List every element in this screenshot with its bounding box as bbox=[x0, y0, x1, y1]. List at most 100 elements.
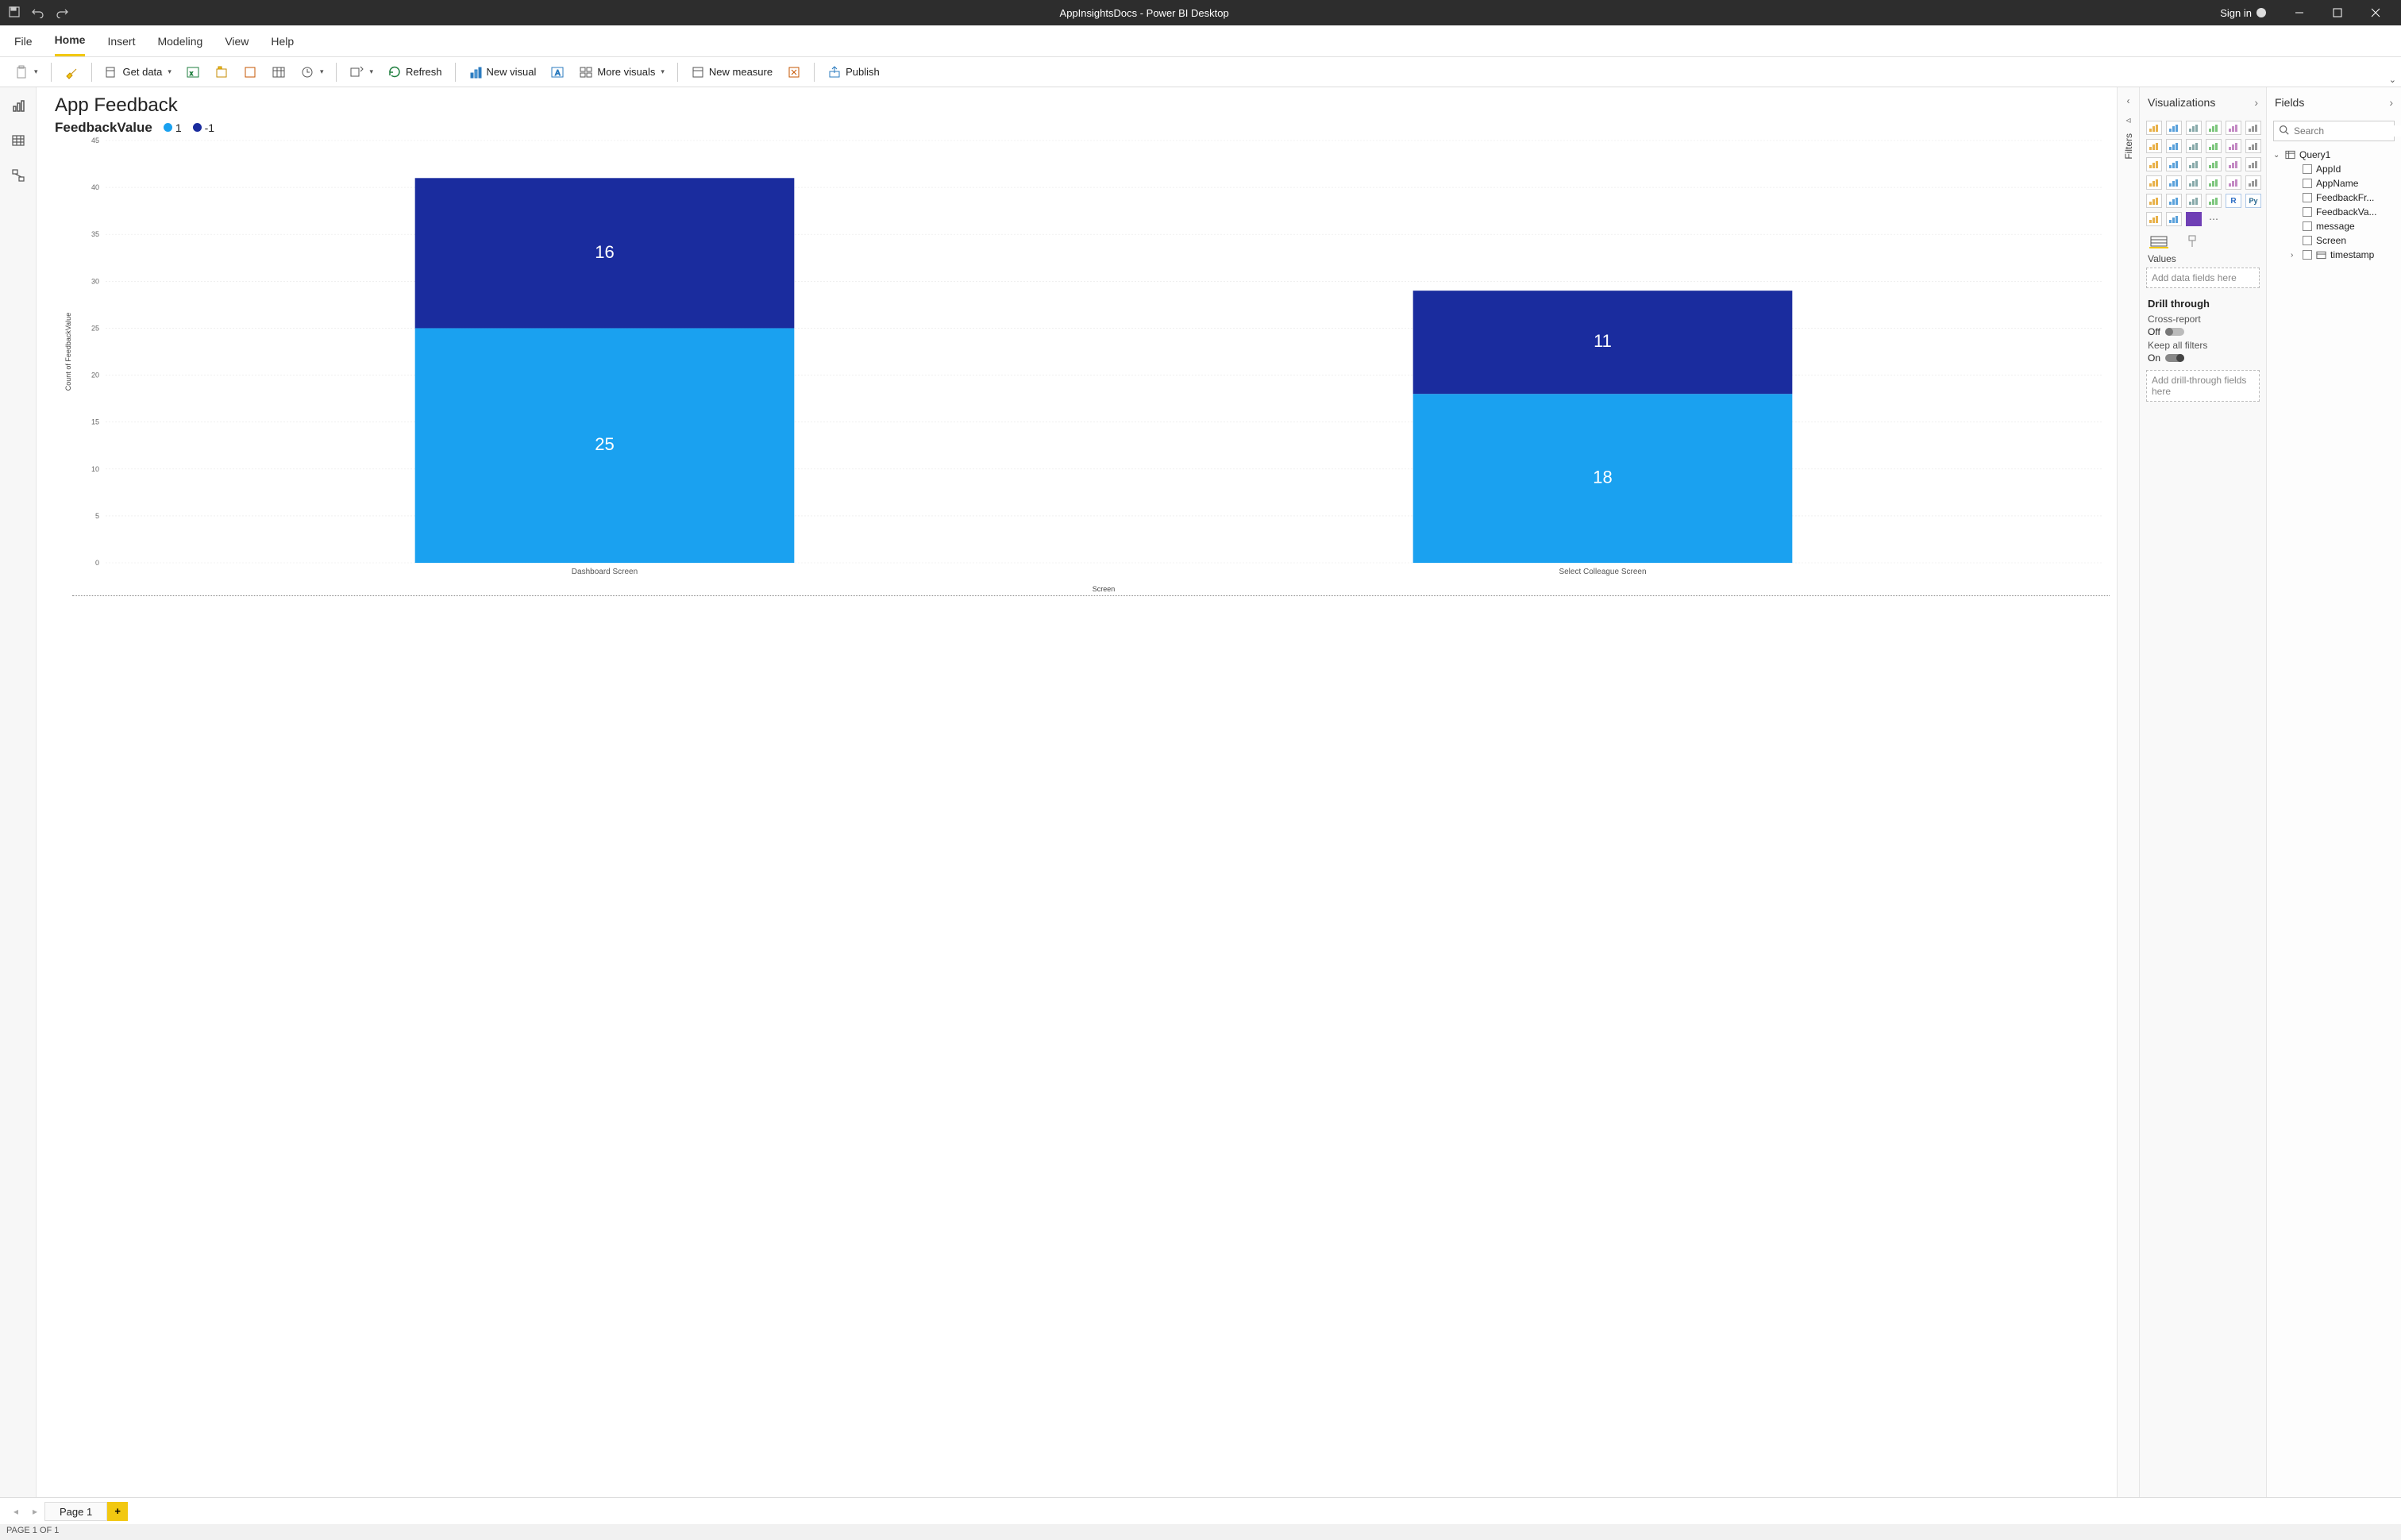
expand-icon[interactable]: ⌄ bbox=[2273, 151, 2281, 160]
viz-type-icon[interactable] bbox=[2206, 121, 2222, 135]
quick-measure-button[interactable] bbox=[780, 62, 807, 83]
refresh-button[interactable]: Refresh bbox=[381, 62, 449, 83]
new-measure-button[interactable]: New measure bbox=[684, 62, 779, 83]
viz-type-icon[interactable] bbox=[2186, 139, 2202, 153]
bookmark-icon[interactable]: ◃ bbox=[2125, 114, 2130, 125]
tab-view[interactable]: View bbox=[225, 27, 249, 56]
chevron-right-icon[interactable]: › bbox=[2389, 96, 2393, 109]
paste-button[interactable]: ▾ bbox=[8, 62, 44, 83]
viz-type-icon[interactable] bbox=[2245, 157, 2261, 171]
more-visuals-button[interactable]: More visuals▾ bbox=[572, 62, 671, 83]
chevron-right-icon[interactable]: › bbox=[2254, 96, 2258, 109]
maximize-button[interactable] bbox=[2322, 0, 2353, 25]
viz-type-icon[interactable] bbox=[2206, 139, 2222, 153]
viz-type-icon[interactable] bbox=[2146, 139, 2162, 153]
viz-type-icon[interactable] bbox=[2146, 194, 2162, 208]
viz-type-icon[interactable] bbox=[2166, 175, 2182, 190]
pbi-source-button[interactable] bbox=[208, 62, 235, 83]
viz-type-icon[interactable] bbox=[2166, 212, 2182, 226]
field-column[interactable]: AppId bbox=[2287, 162, 2398, 176]
viz-type-icon[interactable] bbox=[2226, 157, 2241, 171]
field-checkbox[interactable] bbox=[2303, 193, 2312, 202]
viz-type-icon[interactable] bbox=[2186, 157, 2202, 171]
report-canvas[interactable]: App Feedback FeedbackValue 1 -1 05101520… bbox=[37, 87, 2117, 1497]
format-tab[interactable] bbox=[2183, 234, 2202, 248]
report-view-button[interactable] bbox=[6, 94, 30, 117]
keep-filters-toggle[interactable] bbox=[2165, 354, 2184, 362]
page-prev-button[interactable]: ◂ bbox=[6, 1506, 25, 1517]
data-view-button[interactable] bbox=[6, 129, 30, 152]
field-checkbox[interactable] bbox=[2303, 164, 2312, 174]
viz-type-icon[interactable] bbox=[2166, 157, 2182, 171]
viz-type-icon[interactable] bbox=[2245, 175, 2261, 190]
tab-help[interactable]: Help bbox=[271, 27, 294, 56]
field-column[interactable]: AppName bbox=[2287, 176, 2398, 191]
viz-type-icon[interactable] bbox=[2186, 121, 2202, 135]
cross-report-toggle[interactable] bbox=[2165, 328, 2184, 336]
add-page-button[interactable]: + bbox=[107, 1502, 128, 1521]
viz-type-icon[interactable] bbox=[2226, 121, 2241, 135]
field-column[interactable]: Screen bbox=[2287, 233, 2398, 248]
sign-in-button[interactable]: Sign in bbox=[2220, 7, 2266, 19]
viz-type-icon[interactable]: R bbox=[2226, 194, 2241, 208]
new-visual-button[interactable]: New visual bbox=[462, 62, 543, 83]
get-data-button[interactable]: Get data▾ bbox=[98, 62, 178, 83]
field-column[interactable]: message bbox=[2287, 219, 2398, 233]
tab-insert[interactable]: Insert bbox=[107, 27, 135, 56]
viz-type-icon[interactable] bbox=[2146, 212, 2162, 226]
field-checkbox[interactable] bbox=[2303, 236, 2312, 245]
viz-type-icon[interactable] bbox=[2186, 194, 2202, 208]
page-next-button[interactable]: ▸ bbox=[25, 1506, 44, 1517]
stacked-bar-chart[interactable]: 051015202530354045Count of FeedbackValue… bbox=[48, 136, 2110, 596]
viz-type-icon[interactable] bbox=[2186, 212, 2202, 226]
viz-type-icon[interactable] bbox=[2226, 139, 2241, 153]
minimize-button[interactable] bbox=[2283, 0, 2315, 25]
close-button[interactable] bbox=[2360, 0, 2391, 25]
drill-through-well[interactable]: Add drill-through fields here bbox=[2146, 370, 2260, 402]
field-timestamp-group[interactable]: › timestamp bbox=[2287, 248, 2398, 262]
text-box-button[interactable]: A bbox=[544, 62, 571, 83]
field-checkbox[interactable] bbox=[2303, 221, 2312, 231]
field-column[interactable]: FeedbackVa... bbox=[2287, 205, 2398, 219]
redo-icon[interactable] bbox=[56, 6, 68, 21]
viz-type-icon[interactable] bbox=[2166, 121, 2182, 135]
field-checkbox[interactable] bbox=[2303, 250, 2312, 260]
model-view-button[interactable] bbox=[6, 164, 30, 187]
viz-type-icon[interactable] bbox=[2146, 121, 2162, 135]
viz-type-icon[interactable] bbox=[2166, 194, 2182, 208]
viz-type-icon[interactable] bbox=[2206, 157, 2222, 171]
viz-type-icon[interactable]: ⋯ bbox=[2206, 212, 2222, 226]
viz-type-icon[interactable] bbox=[2206, 175, 2222, 190]
values-well[interactable]: Add data fields here bbox=[2146, 268, 2260, 288]
viz-type-icon[interactable] bbox=[2146, 157, 2162, 171]
transform-data-button[interactable]: ▾ bbox=[343, 62, 380, 83]
sql-source-button[interactable] bbox=[237, 62, 264, 83]
viz-type-icon[interactable]: Py bbox=[2245, 194, 2261, 208]
viz-type-icon[interactable] bbox=[2226, 175, 2241, 190]
fields-tab[interactable] bbox=[2149, 234, 2168, 248]
search-input[interactable] bbox=[2294, 125, 2401, 137]
chevron-left-icon[interactable]: ‹ bbox=[2127, 95, 2130, 106]
table-query1[interactable]: ⌄ Query1 bbox=[2270, 148, 2398, 162]
fields-search[interactable] bbox=[2273, 121, 2395, 141]
viz-type-icon[interactable] bbox=[2186, 175, 2202, 190]
tab-file[interactable]: File bbox=[14, 27, 33, 56]
viz-type-icon[interactable] bbox=[2146, 175, 2162, 190]
recent-sources-button[interactable]: ▾ bbox=[294, 62, 330, 83]
ribbon-expand-chevron-icon[interactable]: ⌄ bbox=[2389, 75, 2396, 85]
page-tab-1[interactable]: Page 1 bbox=[44, 1502, 107, 1521]
field-column[interactable]: FeedbackFr... bbox=[2287, 191, 2398, 205]
publish-button[interactable]: Publish bbox=[821, 62, 886, 83]
field-checkbox[interactable] bbox=[2303, 179, 2312, 188]
field-checkbox[interactable] bbox=[2303, 207, 2312, 217]
filters-pane-collapsed[interactable]: ‹ ◃ Filters bbox=[2117, 87, 2139, 1497]
tab-home[interactable]: Home bbox=[55, 25, 86, 56]
tab-modeling[interactable]: Modeling bbox=[157, 27, 202, 56]
viz-type-icon[interactable] bbox=[2245, 121, 2261, 135]
viz-type-icon[interactable] bbox=[2166, 139, 2182, 153]
excel-source-button[interactable]: x bbox=[179, 62, 206, 83]
collapse-icon[interactable]: › bbox=[2291, 251, 2299, 260]
viz-type-icon[interactable] bbox=[2206, 194, 2222, 208]
viz-type-icon[interactable] bbox=[2245, 139, 2261, 153]
undo-icon[interactable] bbox=[32, 6, 44, 21]
